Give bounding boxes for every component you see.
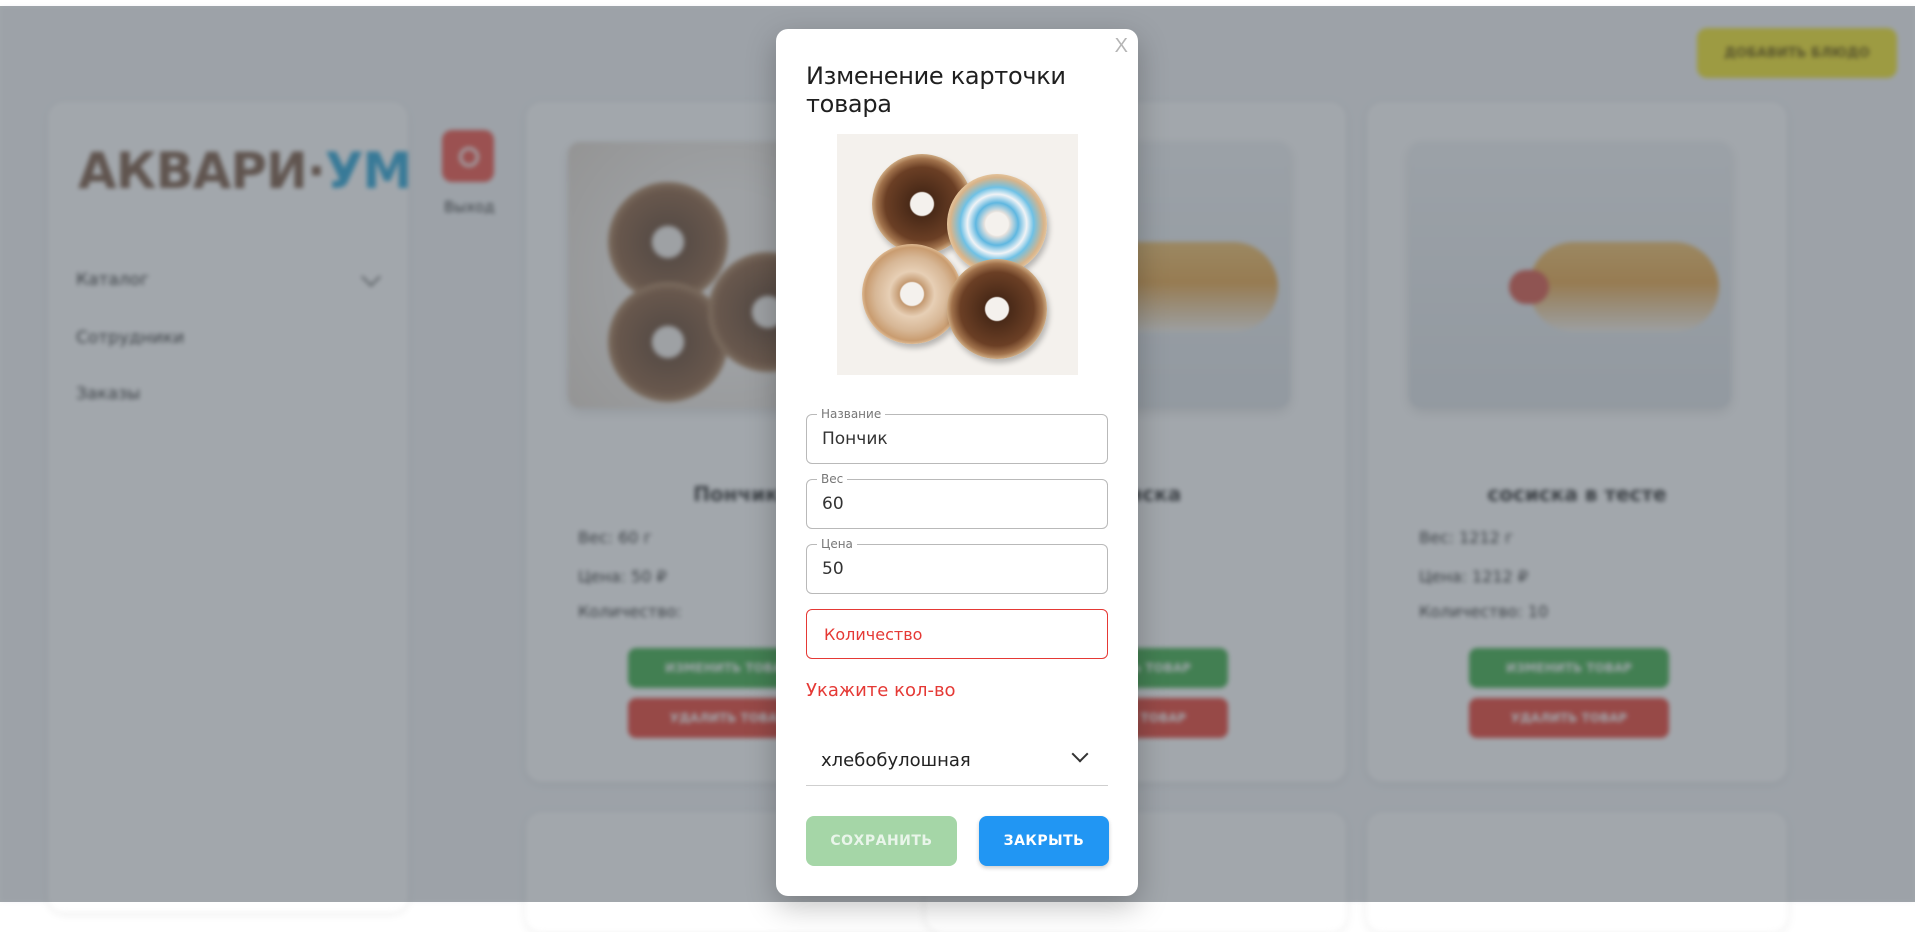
modal-title: Изменение карточки товара — [806, 62, 1066, 118]
close-button[interactable]: ЗАКРЫТЬ — [979, 816, 1109, 866]
name-field[interactable]: Название Пончик — [806, 406, 1108, 464]
product-photo — [837, 134, 1078, 375]
chevron-down-icon[interactable] — [1071, 745, 1089, 763]
quantity-error-message: Укажите кол-во — [806, 680, 956, 701]
price-field[interactable]: Цена 50 — [806, 536, 1108, 594]
name-field-label: Название — [817, 406, 886, 422]
close-icon[interactable]: X — [1115, 35, 1128, 58]
name-field-value[interactable]: Пончик — [822, 429, 888, 449]
donut-shape — [862, 244, 962, 344]
quantity-field[interactable]: Количество — [806, 609, 1108, 659]
quantity-field-placeholder: Количество — [824, 625, 923, 644]
weight-field-value[interactable]: 60 — [822, 494, 844, 514]
donut-shape — [947, 259, 1047, 359]
save-button[interactable]: СОХРАНИТЬ — [806, 816, 957, 866]
price-field-label: Цена — [817, 536, 857, 552]
edit-product-modal: X Изменение карточки товара Название Пон… — [776, 29, 1138, 896]
weight-field[interactable]: Вес 60 — [806, 471, 1108, 529]
price-field-value[interactable]: 50 — [822, 559, 844, 579]
weight-field-label: Вес — [817, 471, 848, 487]
category-select-value: хлебобулошная — [821, 750, 971, 771]
category-select[interactable]: хлебобулошная — [806, 734, 1108, 786]
